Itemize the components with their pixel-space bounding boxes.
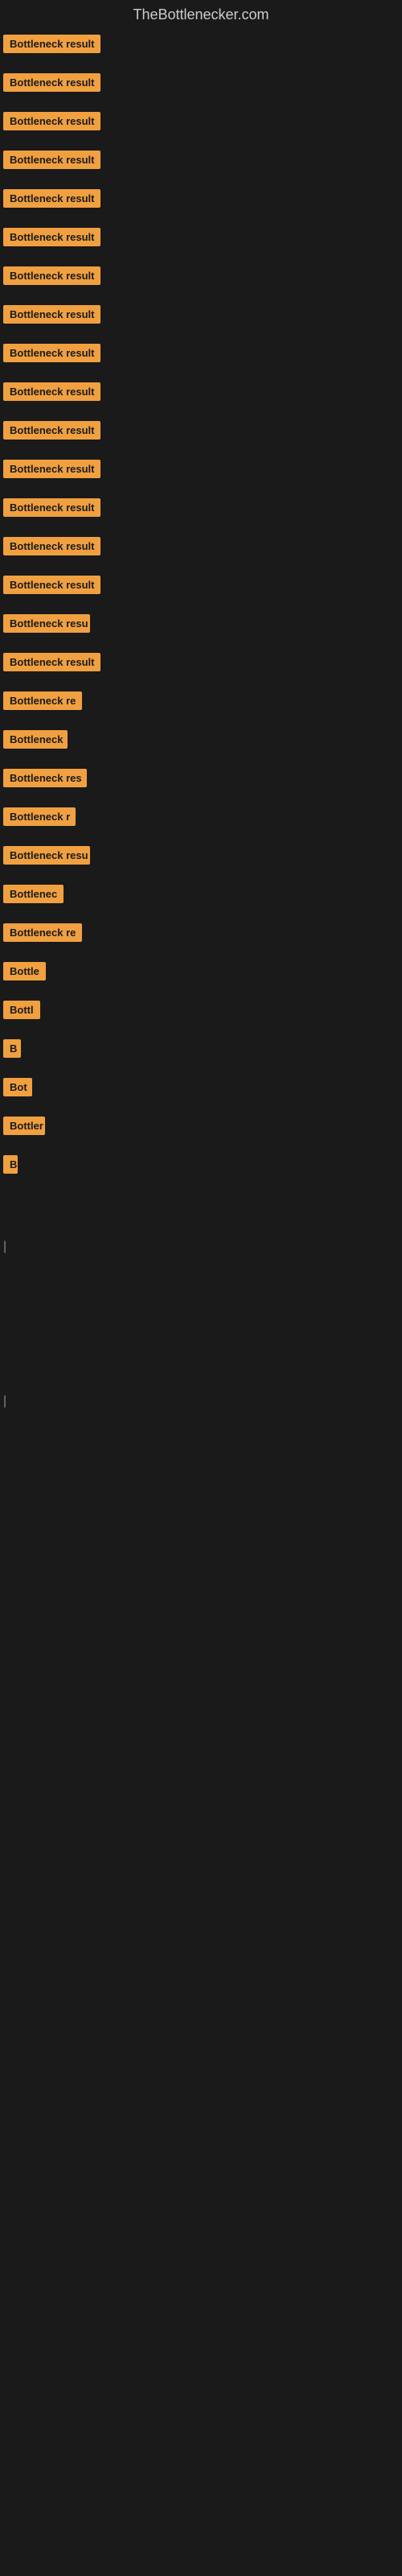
- list-item: [0, 1266, 402, 1305]
- bottleneck-badge: B: [3, 1039, 21, 1058]
- list-item: B: [0, 1150, 402, 1189]
- list-item: Bottleneck res: [0, 764, 402, 803]
- list-item: Bottl: [0, 996, 402, 1034]
- bottleneck-badge: Bottleneck r: [3, 807, 76, 826]
- bottleneck-badge: Bottleneck res: [3, 769, 87, 787]
- list-item: Bottleneck result: [0, 378, 402, 416]
- bottleneck-badge: Bottleneck re: [3, 691, 82, 710]
- site-title: TheBottlenecker.com: [0, 0, 402, 30]
- bottleneck-badge: Bottleneck re: [3, 923, 82, 942]
- list-item: [0, 1344, 402, 1382]
- bottleneck-badge: Bottlenec: [3, 885, 64, 903]
- bottleneck-badge: Bottleneck result: [3, 537, 100, 555]
- bottleneck-badge: Bottleneck result: [3, 382, 100, 401]
- list-item: [0, 1305, 402, 1344]
- list-item: Bottleneck result: [0, 300, 402, 339]
- list-item: B: [0, 1034, 402, 1073]
- bottleneck-badge: Bottleneck result: [3, 228, 100, 246]
- list-item: Bottleneck result: [0, 107, 402, 146]
- list-item: Bottleneck resu: [0, 841, 402, 880]
- list-item: Bottleneck result: [0, 262, 402, 300]
- list-item: Bottleneck result: [0, 648, 402, 687]
- list-item: Bottleneck result: [0, 339, 402, 378]
- separator: |: [3, 1228, 6, 1266]
- list-item: Bottleneck result: [0, 493, 402, 532]
- bottleneck-badge: Bottl: [3, 1001, 40, 1019]
- list-item: Bottleneck result: [0, 455, 402, 493]
- bottleneck-badge: Bottler: [3, 1117, 45, 1135]
- bottleneck-badge: Bottleneck result: [3, 344, 100, 362]
- bottleneck-badge: Bottleneck result: [3, 576, 100, 594]
- separator: |: [3, 1382, 6, 1421]
- bottleneck-badge: Bottleneck result: [3, 498, 100, 517]
- bottleneck-badge: Bottleneck result: [3, 73, 100, 92]
- list-item: Bottleneck result: [0, 416, 402, 455]
- list-item: Bottleneck re: [0, 687, 402, 725]
- list-item: Bottleneck result: [0, 30, 402, 68]
- list-item: Bottleneck: [0, 725, 402, 764]
- list-item: Bottlenec: [0, 880, 402, 919]
- bottleneck-badge: Bottleneck result: [3, 653, 100, 671]
- list-item: Bottler: [0, 1112, 402, 1150]
- bottleneck-badge: Bottleneck resu: [3, 614, 90, 633]
- list-item: Bottleneck result: [0, 146, 402, 184]
- list-item: Bot: [0, 1073, 402, 1112]
- list-item: Bottleneck result: [0, 223, 402, 262]
- bottleneck-badge: B: [3, 1155, 18, 1174]
- bottleneck-badge: Bottleneck: [3, 730, 68, 749]
- bottleneck-badge: Bottleneck result: [3, 151, 100, 169]
- list-item: Bottleneck resu: [0, 609, 402, 648]
- list-item: Bottleneck result: [0, 571, 402, 609]
- bottleneck-badge: Bot: [3, 1078, 32, 1096]
- bottleneck-badge: Bottleneck result: [3, 112, 100, 130]
- list-item: |: [0, 1382, 402, 1421]
- bottleneck-badge: Bottleneck resu: [3, 846, 90, 865]
- list-item: Bottleneck result: [0, 532, 402, 571]
- list-item: [0, 1189, 402, 1228]
- bottleneck-badge: Bottleneck result: [3, 305, 100, 324]
- bottleneck-badge: Bottleneck result: [3, 189, 100, 208]
- list-item: Bottleneck re: [0, 919, 402, 957]
- bottleneck-badge: Bottleneck result: [3, 421, 100, 440]
- list-item: |: [0, 1228, 402, 1266]
- list-item: Bottleneck result: [0, 68, 402, 107]
- list-item: Bottle: [0, 957, 402, 996]
- bottleneck-badge: Bottle: [3, 962, 46, 980]
- bottleneck-badge: Bottleneck result: [3, 266, 100, 285]
- bottleneck-badge: Bottleneck result: [3, 35, 100, 53]
- list-item: Bottleneck result: [0, 184, 402, 223]
- bottleneck-badge: Bottleneck result: [3, 460, 100, 478]
- list-item: Bottleneck r: [0, 803, 402, 841]
